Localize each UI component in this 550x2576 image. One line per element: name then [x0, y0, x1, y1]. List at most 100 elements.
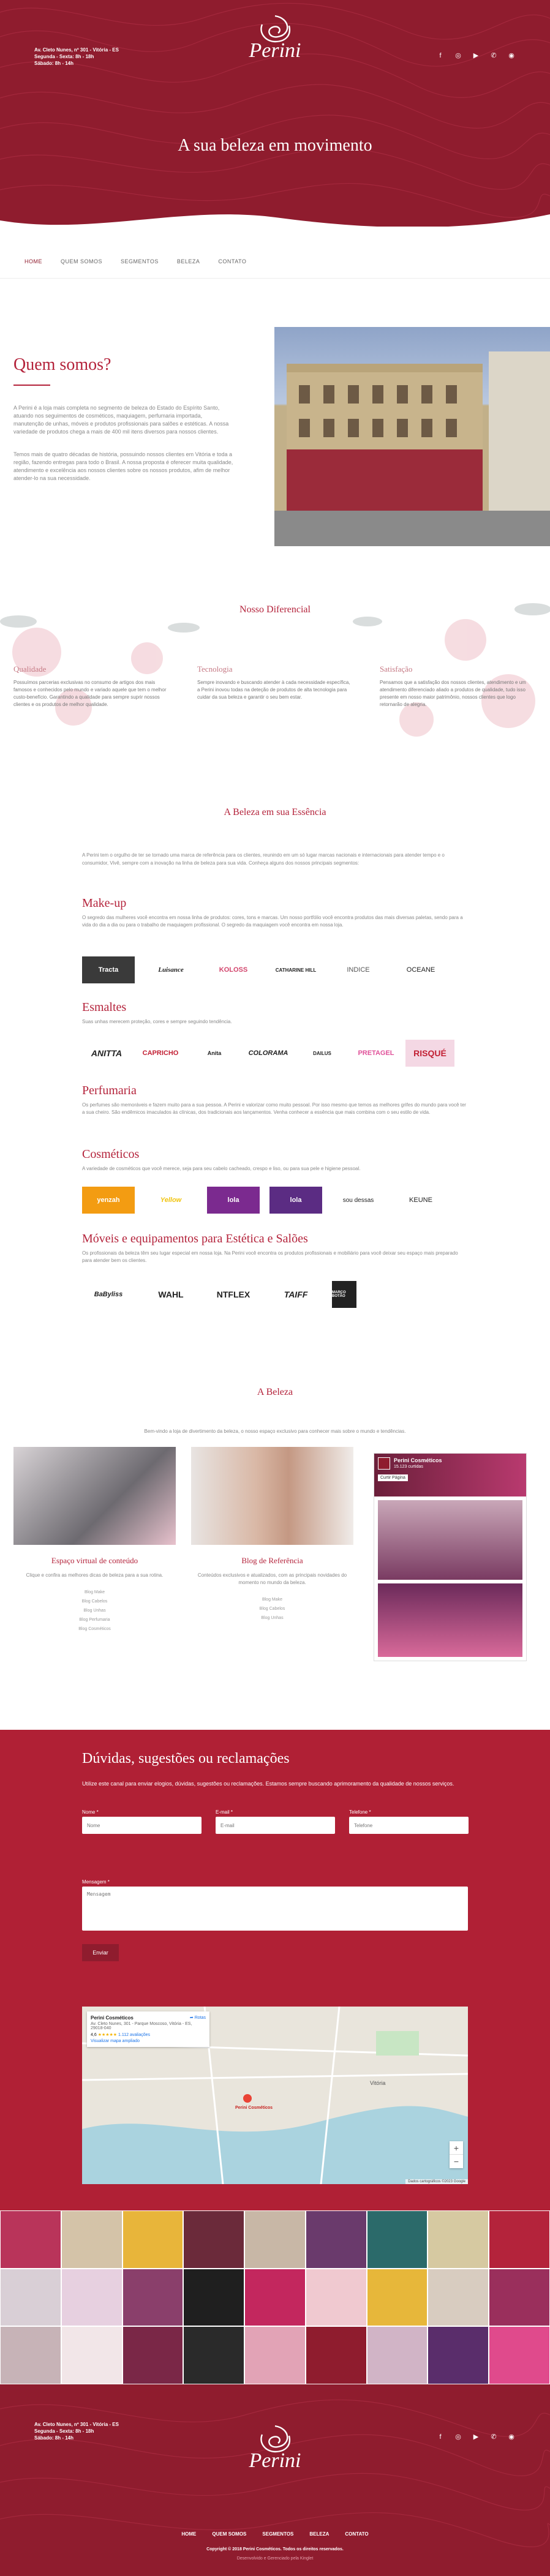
instagram-icon[interactable]: ◎: [454, 52, 462, 59]
brand-logo-item[interactable]: RISQUÉ: [405, 1040, 454, 1067]
brand-logo-item[interactable]: MARCO BOTÃO: [332, 1281, 356, 1308]
phone-field[interactable]: [349, 1817, 469, 1834]
brand-logo-item[interactable]: lola: [207, 1187, 260, 1214]
instagram-post[interactable]: [305, 2268, 367, 2327]
send-button[interactable]: Enviar: [82, 1944, 119, 1961]
instagram-post[interactable]: [366, 2326, 428, 2384]
instagram-post[interactable]: [61, 2268, 122, 2327]
instagram-post[interactable]: [428, 2326, 489, 2384]
instagram-post[interactable]: [0, 2326, 61, 2384]
brand-logo-item[interactable]: INDICE: [332, 956, 385, 983]
map-reviews[interactable]: 1.112 avaliações: [118, 2033, 150, 2037]
name-field[interactable]: [82, 1817, 202, 1834]
footer-nav-home[interactable]: HOME: [181, 2531, 196, 2537]
zoom-in-button[interactable]: +: [450, 2141, 463, 2155]
nav-beleza[interactable]: BELEZA: [177, 258, 200, 265]
brand-logo-item[interactable]: DAILUS: [298, 1040, 347, 1067]
instagram-post[interactable]: [366, 2268, 428, 2327]
instagram-post[interactable]: [489, 2210, 550, 2269]
instagram-post[interactable]: [244, 2268, 306, 2327]
brand-logo-item[interactable]: Yellow: [145, 1187, 197, 1214]
instagram-post[interactable]: [183, 2210, 245, 2269]
brand-logo-item[interactable]: WAHL: [145, 1281, 197, 1308]
instagram-post[interactable]: [489, 2326, 550, 2384]
instagram-post[interactable]: [183, 2268, 245, 2327]
instagram-post[interactable]: [183, 2326, 245, 2384]
blog-link[interactable]: Blog Cabelos: [13, 1597, 176, 1606]
whatsapp-icon[interactable]: ◉: [508, 52, 515, 59]
phone-icon[interactable]: ✆: [490, 52, 497, 59]
segment-text: Suas unhas merecem proteção, cores e sem…: [82, 1019, 232, 1024]
blog-link[interactable]: Blog Cosméticos: [13, 1624, 176, 1634]
map-directions-link[interactable]: ➦ Rotas: [190, 2015, 206, 2020]
footer-logo[interactable]: Perini: [241, 2421, 309, 2488]
whatsapp-icon[interactable]: ◉: [508, 2433, 515, 2441]
instagram-post[interactable]: [366, 2210, 428, 2269]
brand-logo-item[interactable]: TAIFF: [269, 1281, 322, 1308]
brand-logo-item[interactable]: OCEANE: [394, 956, 447, 983]
instagram-post[interactable]: [122, 2268, 184, 2327]
instagram-post[interactable]: [0, 2268, 61, 2327]
instagram-post[interactable]: [489, 2268, 550, 2327]
youtube-icon[interactable]: ▶: [472, 2433, 480, 2441]
brand-logo-item[interactable]: CATHARINE HILL: [269, 956, 322, 983]
instagram-post[interactable]: [244, 2210, 306, 2269]
instagram-post[interactable]: [0, 2210, 61, 2269]
footer-nav-segmentos[interactable]: SEGMENTOS: [262, 2531, 293, 2537]
blog-card-reference[interactable]: Blog de Referência Conteúdos exclusivos …: [191, 1447, 353, 1623]
instagram-post[interactable]: [305, 2210, 367, 2269]
footer-nav-quem-somos[interactable]: QUEM SOMOS: [212, 2531, 246, 2537]
instagram-icon[interactable]: ◎: [454, 2433, 462, 2441]
facebook-icon[interactable]: f: [437, 52, 444, 59]
blog-link[interactable]: Blog Perfumaria: [13, 1615, 176, 1624]
hero-banner: Av. Cleto Nunes, nº 301 - Vitória - ES S…: [0, 0, 550, 227]
blog-link[interactable]: Blog Make: [13, 1588, 176, 1597]
phone-icon[interactable]: ✆: [490, 2433, 497, 2441]
brand-logo-item[interactable]: Luisance: [145, 956, 197, 983]
footer-nav-beleza[interactable]: BELEZA: [309, 2531, 329, 2537]
brand-logo-item[interactable]: lola: [269, 1187, 322, 1214]
brand-logo[interactable]: Perini: [241, 11, 309, 78]
brand-logo-item[interactable]: CAPRICHO: [136, 1040, 185, 1067]
instagram-post[interactable]: [428, 2210, 489, 2269]
location-map[interactable]: Perini Cosméticos Av. Cleto Nunes, 301 -…: [82, 2007, 468, 2184]
brand-logo-item[interactable]: KOLOSS: [207, 956, 260, 983]
message-field[interactable]: [82, 1887, 468, 1931]
nav-home[interactable]: HOME: [24, 258, 42, 265]
instagram-post[interactable]: [305, 2326, 367, 2384]
map-enlarge-link[interactable]: Visualizar mapa ampliado: [91, 2039, 206, 2043]
nav-segmentos[interactable]: SEGMENTOS: [121, 258, 159, 265]
brand-logo-item[interactable]: Anita: [190, 1040, 239, 1067]
blog-link[interactable]: Blog Unhas: [191, 1613, 353, 1623]
brand-logo-item[interactable]: BaByliss: [82, 1281, 135, 1308]
facebook-page-widget[interactable]: Perini Cosméticos 15.123 curtidas Curtir…: [374, 1453, 527, 1661]
instagram-post[interactable]: [428, 2268, 489, 2327]
fb-like-button[interactable]: Curtir Página: [378, 1474, 408, 1481]
blog-link[interactable]: Blog Cabelos: [191, 1604, 353, 1613]
blog-link[interactable]: Blog Unhas: [13, 1606, 176, 1615]
brand-logo-item[interactable]: Tracta: [82, 956, 135, 983]
brand-logo-item[interactable]: COLORAMA: [244, 1040, 293, 1067]
instagram-post[interactable]: [61, 2326, 122, 2384]
facebook-icon[interactable]: f: [437, 2433, 444, 2441]
brand-logo-item[interactable]: sou dessas: [332, 1187, 385, 1214]
developer-credit[interactable]: Desenvolvido e Gerenciado pela Kinglet: [0, 2556, 550, 2561]
footer-nav-contato[interactable]: CONTATO: [345, 2531, 368, 2537]
nav-contato[interactable]: CONTATO: [218, 258, 246, 265]
map-zoom-controls: + −: [450, 2141, 463, 2168]
brand-logo-item[interactable]: ANITTA: [82, 1040, 131, 1067]
nav-quem-somos[interactable]: QUEM SOMOS: [61, 258, 102, 265]
brand-logo-item[interactable]: KEUNE: [394, 1187, 447, 1214]
zoom-out-button[interactable]: −: [450, 2155, 463, 2168]
brand-logo-item[interactable]: yenzah: [82, 1187, 135, 1214]
instagram-post[interactable]: [122, 2210, 184, 2269]
instagram-post[interactable]: [61, 2210, 122, 2269]
instagram-post[interactable]: [122, 2326, 184, 2384]
youtube-icon[interactable]: ▶: [472, 52, 480, 59]
email-field[interactable]: [216, 1817, 335, 1834]
blog-link[interactable]: Blog Make: [191, 1595, 353, 1604]
brand-logo-item[interactable]: PRETAGEL: [352, 1040, 401, 1067]
blog-card-virtual[interactable]: Espaço virtual de conteúdo Clique e conf…: [13, 1447, 176, 1634]
brand-logo-item[interactable]: NTFLEX: [207, 1281, 260, 1308]
instagram-post[interactable]: [244, 2326, 306, 2384]
